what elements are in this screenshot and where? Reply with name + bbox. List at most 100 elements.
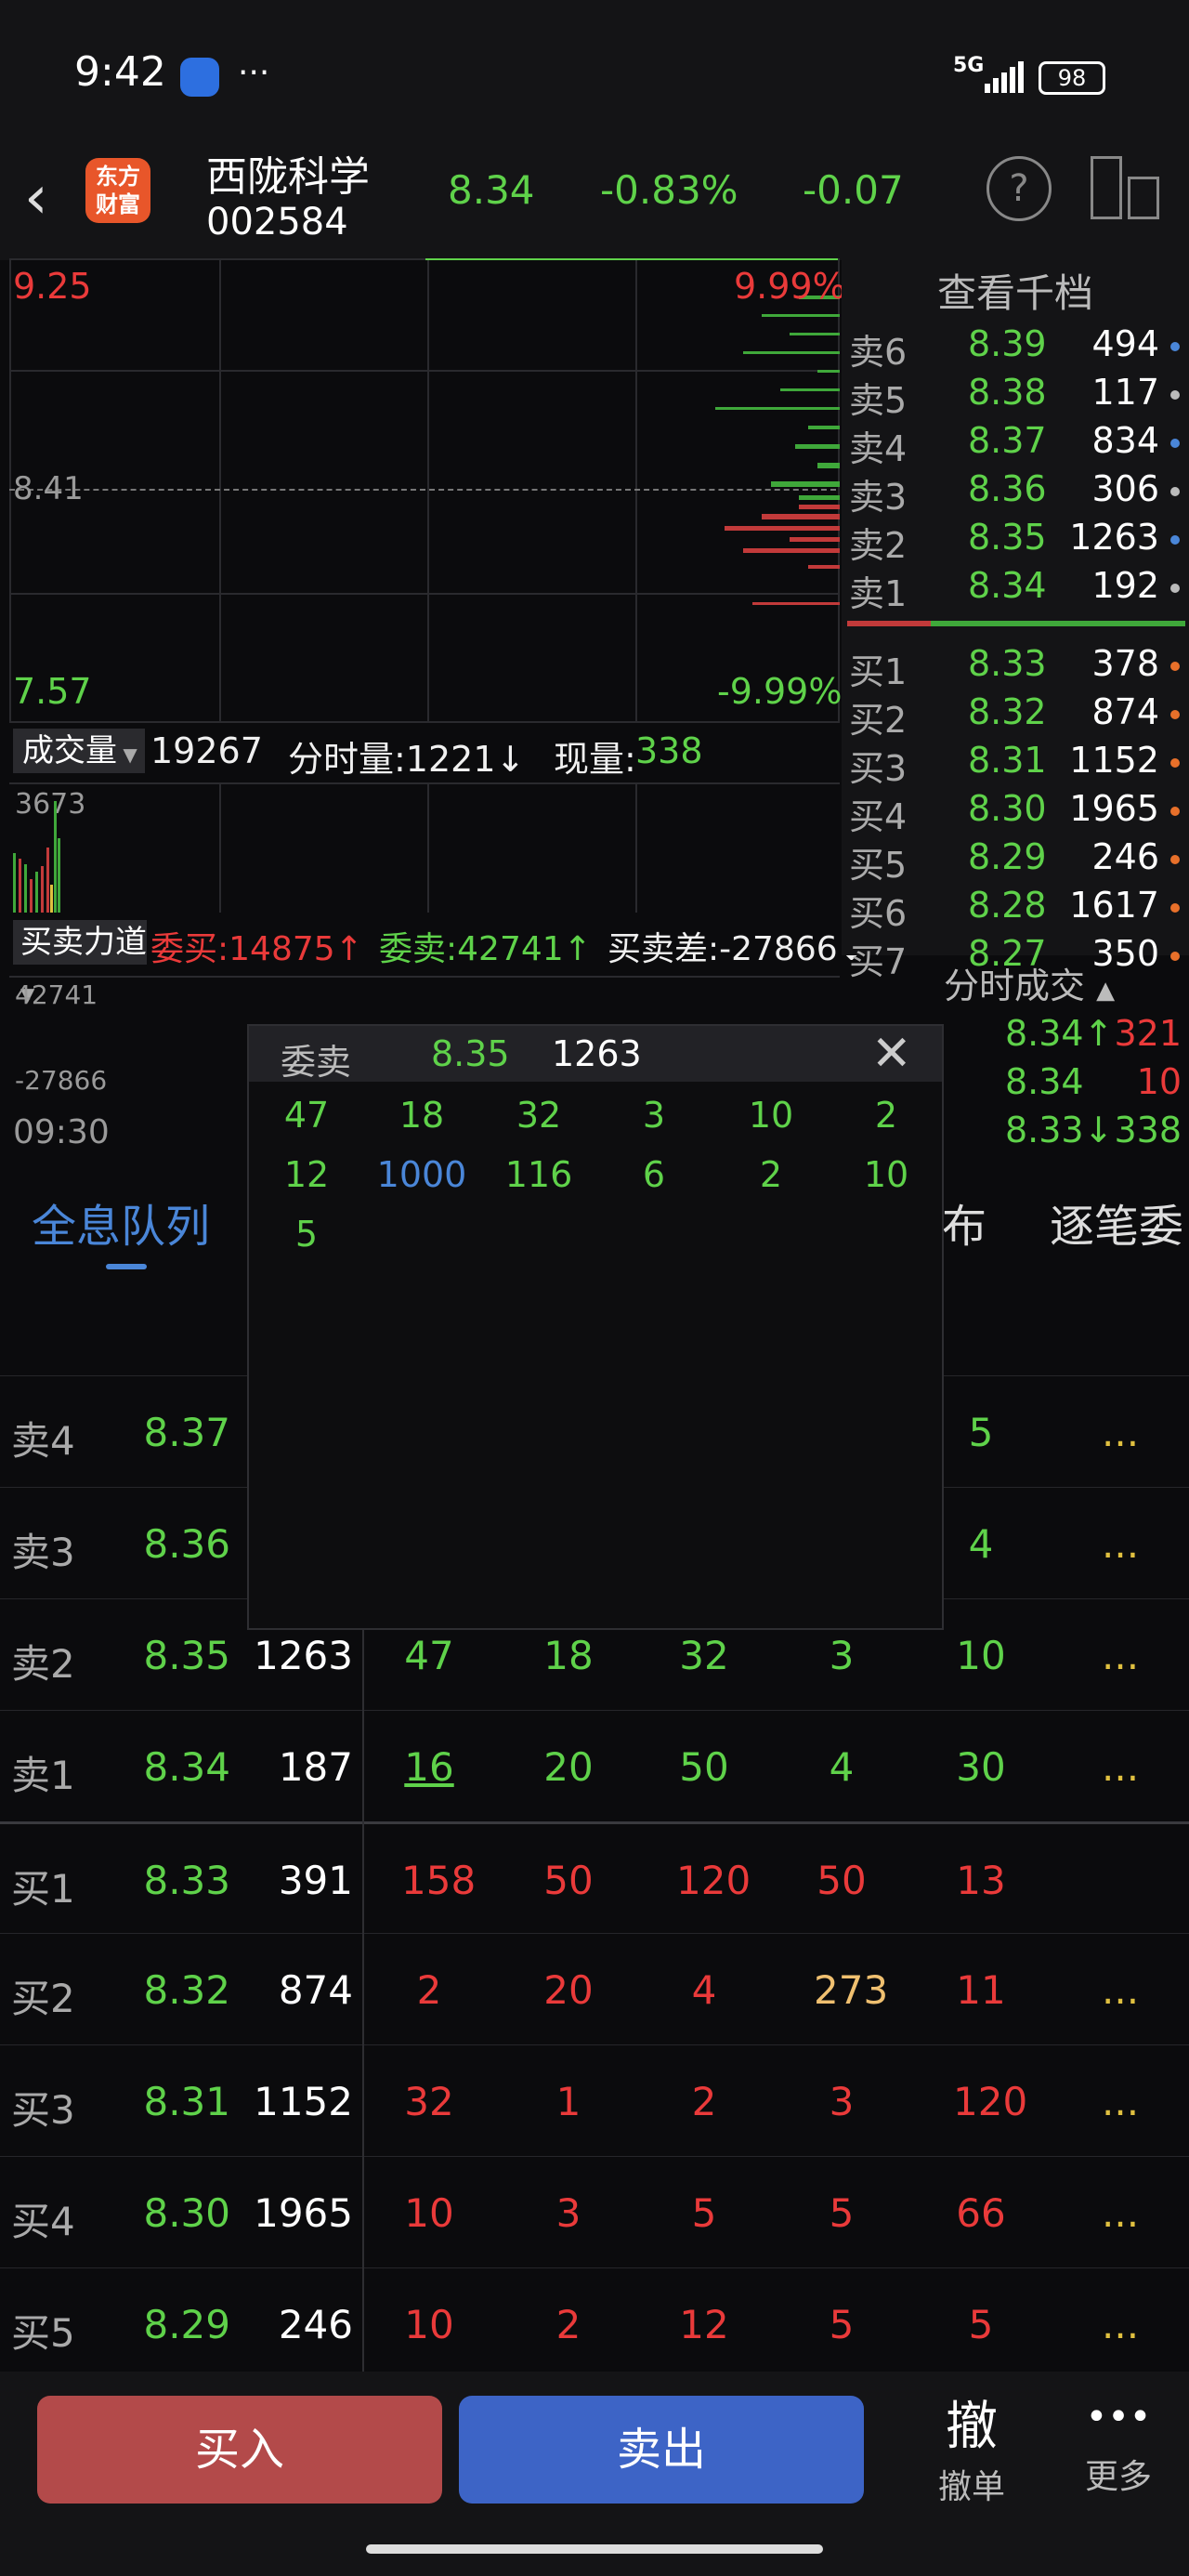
buy-level-row[interactable]: 买2 8.32 874 [842,691,1189,741]
force-selector[interactable]: 买卖力道 ▼ [13,920,147,1005]
queue-more-link[interactable]: ... [1102,2302,1139,2347]
tab-order-by-order[interactable]: 逐笔委 [1050,1189,1189,1255]
queue-order-cell[interactable]: 47 [401,1633,457,1678]
cancel-order-button[interactable]: 撤 撤单 [916,2385,1027,2508]
queue-level-price: 8.32 [143,1967,230,2013]
sell-level-volume: 192 [1091,565,1159,606]
queue-order-cell[interactable]: 3 [814,1633,869,1678]
queue-level-volume: 874 [278,1967,353,2013]
app-logo: 东方 财富 [85,158,150,223]
buy-level-row[interactable]: 买6 8.28 1617 [842,885,1189,934]
sell-button[interactable]: 卖出 [459,2396,864,2504]
queue-more-link[interactable]: ... [1102,1744,1139,1790]
queue-more-link[interactable]: ... [1102,1521,1139,1567]
volume-selector[interactable]: 成交量 ▼ [13,729,145,773]
queue-order-cell[interactable]: 50 [541,1858,596,1903]
queue-order-cell[interactable]: 3 [814,2079,869,2124]
queue-row[interactable]: 买5 8.29 246 10 2 12 5 5... [0,2267,1189,2380]
buy-level-row[interactable]: 买4 8.30 1965 [842,788,1189,837]
sell-level-row[interactable]: 卖1 8.34 192 [842,565,1189,614]
buy-level-row[interactable]: 买5 8.29 246 [842,836,1189,886]
queue-order-cell[interactable]: 5 [814,2302,869,2347]
queue-order-cell[interactable]: 4 [953,1521,1009,1567]
sell-level-row[interactable]: 卖4 8.37 834 [842,420,1189,469]
buy-level-volume: 874 [1091,691,1159,732]
queue-order-cell[interactable]: 5 [676,2190,732,2236]
queue-order-cell[interactable]: 10 [401,2190,457,2236]
queue-more-link[interactable]: ... [1102,2190,1139,2236]
queue-more-link[interactable]: ... [1102,1410,1139,1455]
queue-more-link[interactable]: ... [1102,2079,1139,2124]
queue-order-cell[interactable]: 4 [814,1744,869,1790]
battery-level: 98 [1057,65,1087,91]
queue-order-cell[interactable]: 66 [953,2190,1009,2236]
help-icon[interactable]: ? [986,156,1052,221]
queue-order-cell[interactable]: 2 [541,2302,596,2347]
sell-level-row[interactable]: 卖2 8.35 1263 [842,517,1189,566]
queue-order-cell[interactable]: 20 [541,1744,596,1790]
queue-row[interactable]: 买2 8.32 874 2 20 4 273 11... [0,1933,1189,2045]
more-button[interactable]: ••• 更多 [1063,2385,1174,2498]
queue-order-cell[interactable]: 12 [676,2302,732,2347]
tab-distribution[interactable]: 布 [942,1189,986,1255]
queue-order-cell[interactable]: 4 [676,1967,732,2013]
queue-order-cell[interactable]: 10 [953,1633,1009,1678]
close-icon[interactable]: ✕ [871,1026,912,1082]
queue-order-cell[interactable]: 1 [541,2079,596,2124]
sell-level-price: 8.39 [968,323,1047,364]
queue-order-cell[interactable]: 32 [676,1633,732,1678]
queue-order-cell[interactable]: 18 [541,1633,596,1678]
queue-order-cell[interactable]: 158 [401,1858,476,1903]
buy-level-label: 买5 [849,845,908,886]
queue-order-cell[interactable]: 5 [953,1410,1009,1455]
sell-level-row[interactable]: 卖5 8.38 117 [842,372,1189,421]
sell-level-row[interactable]: 卖3 8.36 306 [842,468,1189,518]
buy-level-row[interactable]: 买3 8.31 1152 [842,740,1189,789]
time-start: 09:30 [13,1113,110,1151]
trades-header[interactable]: 分时成交 ▲ [944,957,1115,1008]
queue-row[interactable]: 买3 8.31 1152 32 1 2 3 120... [0,2044,1189,2157]
queue-order-cell[interactable]: 120 [676,1858,751,1903]
queue-row[interactable]: 买4 8.30 1965 10 3 5 5 66... [0,2156,1189,2268]
queue-order-cell[interactable]: 50 [814,1858,869,1903]
buy-level-label: 买4 [849,796,908,837]
queue-order-cell[interactable]: 11 [953,1967,1009,2013]
queue-more-link[interactable]: ... [1102,1967,1139,2013]
buy-level-volume: 378 [1091,643,1159,684]
queue-more-link[interactable]: ... [1102,1633,1139,1678]
queue-order-cell[interactable]: 273 [814,1967,888,2013]
queue-order-cell[interactable]: 20 [541,1967,596,2013]
queue-order-cell[interactable]: 2 [401,1967,457,2013]
intraday-chart[interactable]: 9.25 9.99% 8.41 7.57 -9.99% [0,258,846,723]
buy-level-price: 8.33 [968,643,1047,684]
queue-level-label: 买1 [11,1866,75,1912]
queue-row[interactable]: 买1 8.33 391 158 50 120 50 13 [0,1821,1189,1936]
queue-order-cell[interactable]: 120 [953,2079,1027,2124]
popup-order-cell: 18 [399,1095,445,1136]
sell-level-row[interactable]: 卖6 8.39 494 [842,323,1189,373]
more-label: 更多 [1084,2458,1152,2496]
queue-order-cell[interactable]: 50 [676,1744,732,1790]
view-thousand-depth-button[interactable]: 查看千档 [842,262,1189,316]
queue-order-cell[interactable]: 13 [953,1858,1009,1903]
order-depth-panel: 查看千档 卖6 8.39 494 卖5 8.38 117 卖4 8.37 834 卖3 8.36 30… [842,258,1189,982]
popup-order-cell: 6 [642,1154,666,1195]
queue-order-cell[interactable]: 5 [953,2302,1009,2347]
queue-order-cell[interactable]: 16 [401,1744,457,1790]
buy-level-label: 买7 [849,941,908,982]
queue-row[interactable]: 卖1 8.34 187 16 20 50 4 30... [0,1710,1189,1822]
depth-bars [715,296,840,605]
queue-order-cell[interactable]: 5 [814,2190,869,2236]
queue-order-cell[interactable]: 10 [401,2302,457,2347]
layout-switch-icon[interactable] [1091,156,1163,221]
buy-level-row[interactable]: 买1 8.33 378 [842,643,1189,692]
back-icon[interactable]: ‹ [24,164,48,232]
volume-value: 19267 [150,730,263,771]
queue-order-cell[interactable]: 2 [676,2079,732,2124]
queue-order-cell[interactable]: 32 [401,2079,457,2124]
buy-button[interactable]: 买入 [37,2396,442,2504]
tab-full-queue[interactable]: 全息队列 [32,1189,210,1255]
queue-order-cell[interactable]: 3 [541,2190,596,2236]
queue-order-cell[interactable]: 30 [953,1744,1009,1790]
popup-order-cell: 32 [516,1095,562,1136]
